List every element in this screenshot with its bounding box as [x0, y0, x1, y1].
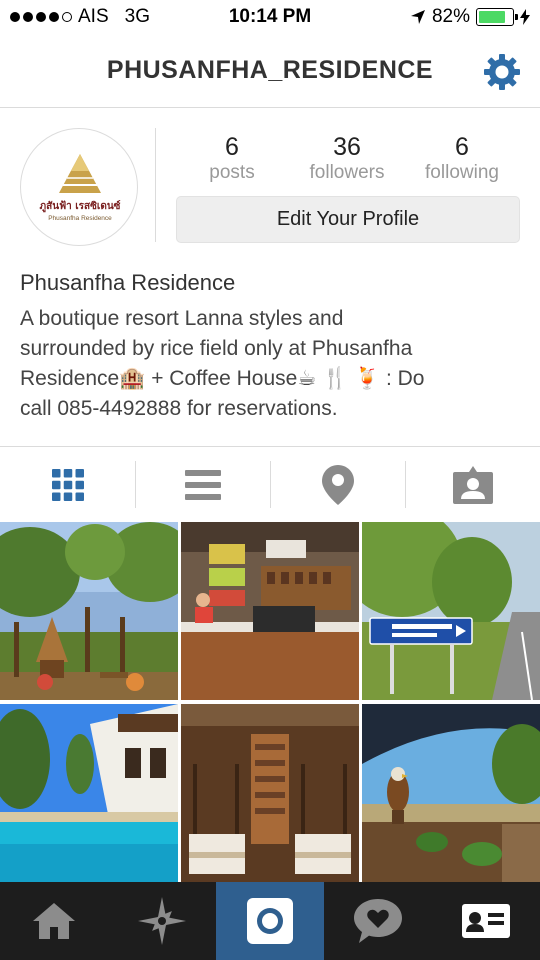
bio-line: A boutique resort Lanna styles and [20, 307, 344, 330]
photo-coffee-counter [181, 522, 359, 700]
home-icon [33, 903, 75, 939]
photo-thumbnail[interactable] [0, 704, 178, 882]
tab-explore[interactable] [108, 882, 216, 960]
list-icon [184, 470, 221, 500]
posts-count: 6 [225, 133, 239, 161]
photo-thumbnail[interactable] [362, 522, 540, 700]
profile-divider [155, 128, 156, 242]
bio-line[interactable]: call 085-4492888 for reservations. [20, 394, 520, 424]
following-count: 6 [455, 133, 469, 161]
tab-grid-view[interactable] [0, 447, 135, 523]
photo-thumbnail[interactable] [0, 522, 178, 700]
tab-list-view[interactable] [135, 447, 270, 523]
display-name: Phusanfha Residence [20, 270, 236, 295]
photo-pool-villa [0, 704, 178, 882]
camera-icon [247, 898, 293, 944]
location-arrow-icon [410, 10, 425, 24]
following-label: following [425, 162, 499, 183]
charging-bolt-icon [520, 9, 530, 25]
tab-activity[interactable] [324, 882, 432, 960]
profile-icon [462, 904, 510, 938]
battery-icon [476, 8, 518, 26]
grid-icon [51, 469, 84, 501]
view-mode-tabs [0, 446, 540, 522]
photo-thumbnail[interactable] [181, 522, 359, 700]
followers-count: 36 [333, 133, 361, 161]
tab-camera[interactable] [216, 882, 324, 960]
profile-bio: A boutique resort Lanna styles and surro… [20, 304, 520, 424]
profile-header: PHUSANFHA_RESIDENCE [0, 36, 540, 108]
resort-logo-icon: ภูสันฟ้า เรสซิเดนซ์ Phusanfha Residence [40, 154, 121, 222]
followers-label: followers [309, 162, 385, 183]
avatar[interactable]: ภูสันฟ้า เรสซิเดนซ์ Phusanfha Residence [20, 128, 138, 246]
photo-thumbnail[interactable] [362, 704, 540, 882]
bio-line: surrounded by rice field only at Phusanf… [20, 337, 413, 360]
stat-posts[interactable]: 6 posts [172, 132, 292, 184]
photo-grid [0, 522, 540, 882]
stat-following[interactable]: 6 following [402, 132, 522, 184]
photo-thumbnail[interactable] [181, 704, 359, 882]
activity-icon [354, 899, 402, 943]
posts-label: posts [209, 162, 255, 183]
gear-icon[interactable] [482, 52, 522, 92]
photo-bedroom [181, 704, 359, 882]
status-right: 82% [410, 6, 530, 28]
photo-eagle-terrace [362, 704, 540, 882]
battery-percentage: 82% [431, 6, 470, 27]
tagged-photos-icon [452, 466, 493, 504]
photo-road-sign [362, 522, 540, 700]
tab-home[interactable] [0, 882, 108, 960]
logo-latin-text: Phusanfha Residence [48, 215, 112, 222]
page-title: PHUSANFHA_RESIDENCE [106, 56, 434, 84]
tab-map-view[interactable] [270, 447, 405, 523]
tab-profile[interactable] [432, 882, 540, 960]
tab-tagged-view[interactable] [405, 447, 540, 523]
photo-garden-hut [0, 522, 178, 700]
explore-icon [138, 897, 186, 945]
status-bar: AIS 3G 10:14 PM 82% [0, 0, 540, 36]
stat-followers[interactable]: 36 followers [287, 132, 407, 184]
bottom-tab-bar [0, 882, 540, 960]
logo-thai-text: ภูสันฟ้า เรสซิเดนซ์ [40, 200, 121, 213]
edit-profile-button[interactable]: Edit Your Profile [176, 196, 520, 243]
battery-level-fill [479, 11, 506, 23]
bio-line: Residence🏨 + Coffee House☕ 🍴 🍹 : Do [20, 367, 425, 390]
location-pin-icon [321, 465, 354, 505]
